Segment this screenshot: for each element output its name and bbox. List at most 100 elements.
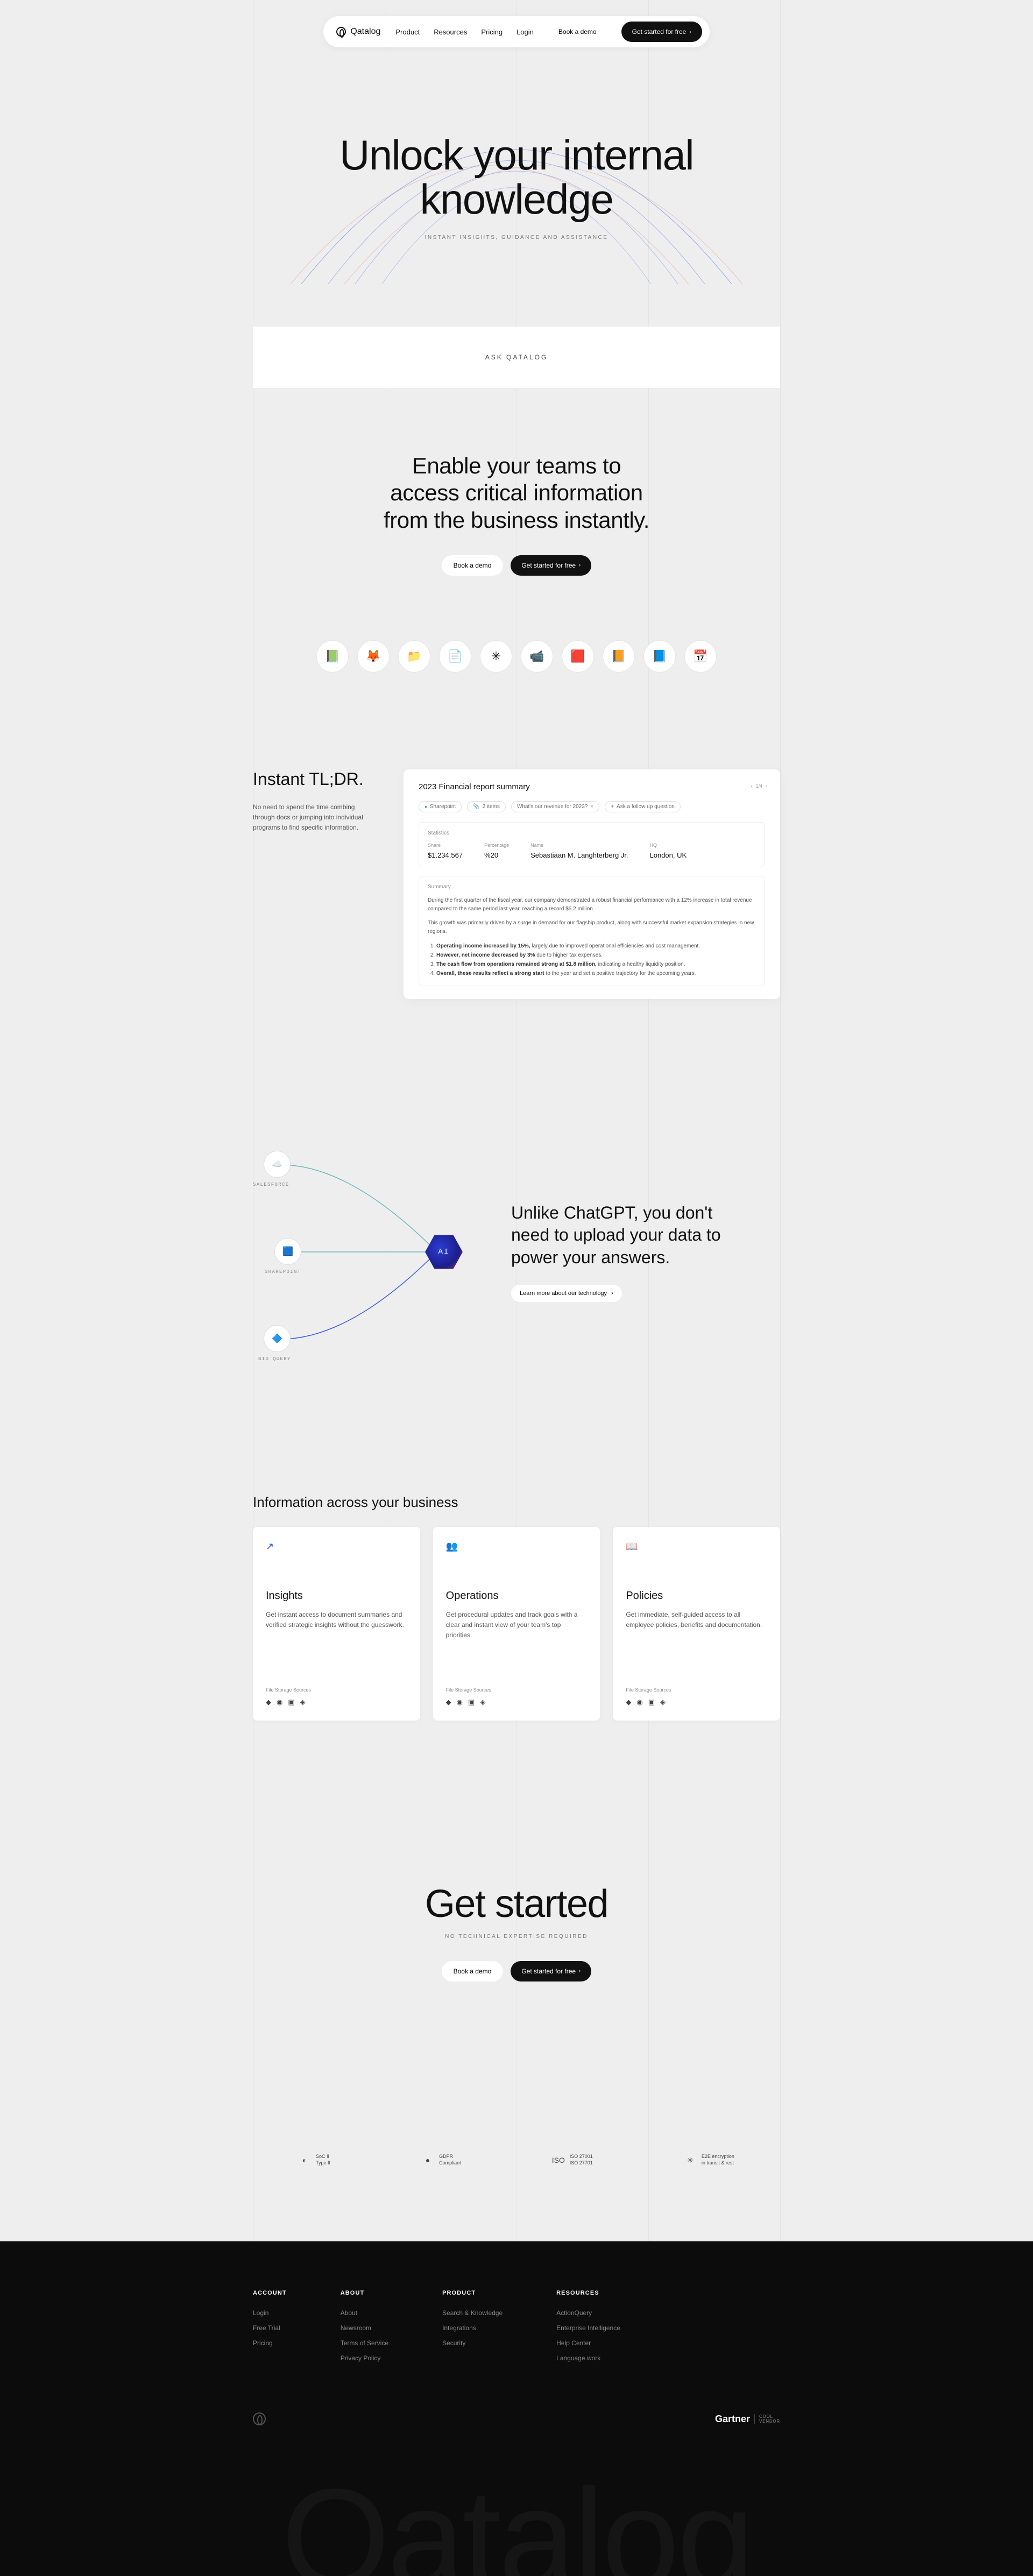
integration-icon[interactable]: 🦊 [357,640,390,673]
enable-section: Enable your teams to access critical inf… [253,388,780,608]
footer-watermark: Qatalog [281,2458,752,2576]
get-started-button-2[interactable]: Get started for free› [511,555,591,576]
footer-link[interactable]: Privacy Policy [341,2354,388,2362]
logo-icon [336,27,346,37]
footer-link[interactable]: Login [253,2309,287,2317]
card-icon: 👥 [446,1541,588,1552]
integration-icon[interactable]: 📙 [603,640,635,673]
integration-icon[interactable]: 📄 [439,640,471,673]
hero-title: Unlock your internalknowledge [253,133,780,222]
navbar: Qatalog Product Resources Pricing Login … [323,16,709,47]
footer-link[interactable]: Help Center [556,2339,620,2347]
source-pill[interactable]: Sharepoint [419,801,462,812]
trust-badge: ◐SoC IIType II [299,2154,330,2166]
card-body: Get instant access to document summaries… [266,1610,407,1666]
data-graph: ☁️ SALESFORCE 🟦 SHAREPOINT 🔷 BIG QUERY A… [253,1139,468,1365]
footer-link[interactable]: Integrations [442,2324,503,2332]
integration-icon[interactable]: 📁 [398,640,430,673]
card-icon: 📖 [626,1541,767,1552]
info-title: Information across your business [253,1494,780,1527]
unlike-heading: Unlike ChatGPT, you don't need to upload… [511,1202,726,1269]
sharepoint-node: 🟦 [274,1238,301,1265]
footer-link[interactable]: Security [442,2339,503,2347]
footer-link[interactable]: ActionQuery [556,2309,620,2317]
integration-icon[interactable]: ✳ [480,640,512,673]
chevron-right-icon: › [689,29,691,35]
footer-link[interactable]: Search & Knowledge [442,2309,503,2317]
report-title: 2023 Financial report summary [419,782,765,791]
footer: Account Login Free Trial Pricing About About N… [0,2241,1033,2576]
trust-badge: ✳E2E encryptionin transit & rest [684,2154,734,2166]
footer-link[interactable]: Terms of Service [341,2339,388,2347]
footer-column: Account Login Free Trial Pricing [253,2290,287,2369]
book-demo-button[interactable]: Book a demo [549,23,606,41]
card-source-icons: ◆◉▣◈ [446,1698,588,1707]
footer-heading: Account [253,2290,287,2296]
hero-subtitle: Instant insights, guidance and assistanc… [253,235,780,240]
get-started-button-3[interactable]: Get started for free› [511,1961,591,1981]
integration-icon[interactable]: 📗 [316,640,349,673]
footer-link[interactable]: About [341,2309,388,2317]
info-card[interactable]: ↗InsightsGet instant access to document … [253,1527,420,1721]
report-card: 2023 Financial report summary 1/4 Sharep… [404,769,780,999]
cta-label: Get started for free [632,28,687,36]
items-pill[interactable]: 📎 2 items [467,801,506,812]
footer-link[interactable]: Newsroom [341,2324,388,2332]
footer-logo-icon[interactable] [253,2412,266,2425]
footer-heading: Resources [556,2290,620,2296]
card-sources-label: File Storage Sources [626,1687,767,1693]
logo[interactable]: Qatalog [336,27,380,37]
get-started-button[interactable]: Get started for free › [621,22,702,42]
tldr-title: Instant TL;DR. [253,769,371,789]
learn-more-button[interactable]: Learn more about our technology› [511,1285,622,1302]
card-title: Operations [446,1590,588,1602]
chevron-right-icon: › [579,1968,581,1974]
hero: Unlock your internalknowledge Instant in… [253,47,780,284]
card-title: Policies [626,1590,767,1602]
card-sources-label: File Storage Sources [446,1687,588,1693]
getstarted-sub: No technical expertise required [253,1934,780,1940]
footer-heading: About [341,2290,388,2296]
footer-heading: Product [442,2290,503,2296]
card-source-icons: ◆◉▣◈ [626,1698,767,1707]
nav-product[interactable]: Product [395,28,420,36]
footer-column: Product Search & Knowledge Integrations Sec… [442,2290,503,2369]
followup-pill[interactable]: + Ask a follow up question [605,801,681,812]
ask-qatalog-box[interactable]: ASK QATALOG [253,327,780,388]
footer-column: Resources ActionQuery Enterprise Intellige… [556,2290,620,2369]
report-pager[interactable]: 1/4 [751,783,767,789]
book-demo-button-3[interactable]: Book a demo [442,1961,504,1981]
nav-login[interactable]: Login [516,28,534,36]
enable-heading: Enable your teams to access critical inf… [253,452,780,534]
integration-icon[interactable]: 📅 [684,640,717,673]
info-card[interactable]: 📖 Policies Get immediate, self-guided acce… [613,1527,780,1721]
footer-link[interactable]: Language.work [556,2354,620,2362]
footer-link[interactable]: Pricing [253,2339,287,2347]
card-body: Get immediate, self-guided access to all… [626,1610,767,1666]
integration-icons: 📗🦊📁 📄 ✳ 📹 🟥 📙📘📅 [253,608,780,748]
stat: Percentage%20 [484,843,509,859]
card-title: Insights [266,1590,407,1602]
trust-badge: ●GDPRCompliant [422,2154,461,2166]
footer-link[interactable]: Enterprise Intelligence [556,2324,620,2332]
getstarted-heading: Get started [253,1882,780,1926]
trust-badge: ISOISO 27001ISO 27701 [553,2154,593,2166]
integration-icon[interactable]: 📹 [521,640,553,673]
summary-box: Summary During the first quarter of the … [419,876,765,986]
stat: NameSebastiaan M. Langhterberg Jr. [530,843,628,859]
nav-pricing[interactable]: Pricing [481,28,503,36]
info-card[interactable]: 👥OperationsGet procedural updates and tr… [433,1527,600,1721]
integration-icon[interactable]: 🟥 [562,640,594,673]
query-pill[interactable]: What's our revenue for 2023? × [511,801,599,812]
stat: HQLondon, UK [650,843,687,859]
stats-box: Statistics Share$1.234.567Percentage%20N… [419,822,765,867]
book-demo-button-2[interactable]: Book a demo [442,555,504,576]
stat: Share$1.234.567 [428,843,463,859]
footer-link[interactable]: Free Trial [253,2324,287,2332]
ai-node: AI [425,1233,463,1271]
gartner-badge: Gartner COOLVENDOR [715,2414,780,2425]
nav-resources[interactable]: Resources [434,28,467,36]
salesforce-node: ☁️ [264,1151,291,1178]
integration-icon[interactable]: 📘 [643,640,676,673]
chevron-right-icon: › [579,562,581,568]
